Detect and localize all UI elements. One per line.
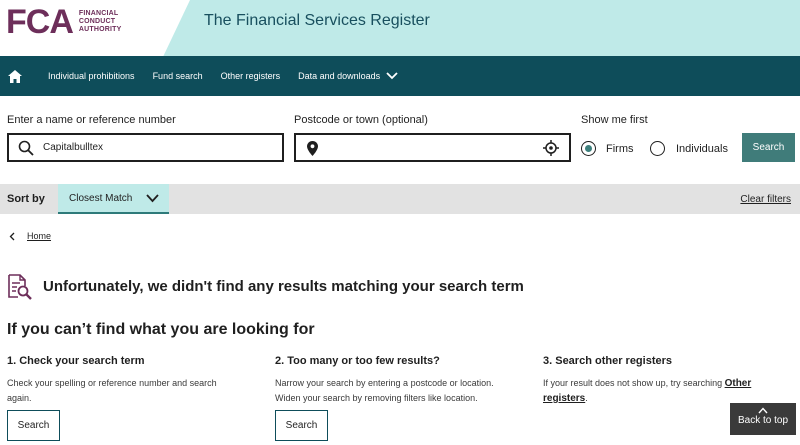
show-me-first-label: Show me first — [581, 114, 648, 126]
individuals-radio-label[interactable]: Individuals — [676, 143, 728, 155]
logo-mark: FCA — [6, 3, 74, 41]
postcode-input[interactable] — [294, 133, 571, 162]
chevron-left-icon — [9, 232, 15, 240]
breadcrumb: Home — [9, 231, 51, 241]
home-icon — [8, 69, 22, 83]
check-search-term-heading: 1. Check your search term — [7, 355, 145, 367]
sort-bar: Sort by Closest Match Clear filters — [0, 184, 800, 214]
name-label: Enter a name or reference number — [7, 114, 176, 126]
search-icon — [18, 140, 34, 156]
check-search-term-search-button[interactable]: Search — [7, 410, 60, 441]
sort-select-value: Closest Match — [69, 193, 133, 204]
document-search-icon — [8, 274, 32, 300]
chevron-down-icon — [386, 72, 398, 80]
firms-radio-label[interactable]: Firms — [606, 143, 634, 155]
chevron-up-icon — [758, 407, 768, 414]
search-other-registers-text: If your result does not show up, try sea… — [543, 378, 752, 404]
check-search-term-text: Check your spelling or reference number … — [7, 378, 217, 403]
nav-data-and-downloads[interactable]: Data and downloads — [298, 71, 398, 81]
firms-radio[interactable] — [581, 141, 596, 156]
individuals-radio[interactable] — [650, 141, 665, 156]
home-button[interactable] — [0, 56, 30, 96]
too-many-results-search-button[interactable]: Search — [275, 410, 328, 441]
nav-data-and-downloads-label: Data and downloads — [298, 71, 381, 81]
too-many-results-text: Narrow your search by entering a postcod… — [275, 378, 494, 403]
postcode-label: Postcode or town (optional) — [294, 114, 428, 126]
sort-by-label: Sort by — [7, 193, 45, 205]
name-search-value: Capitalbulltex — [43, 142, 104, 153]
nav-fund-search[interactable]: Fund search — [153, 71, 203, 81]
no-results-heading: Unfortunately, we didn't find any result… — [43, 278, 524, 295]
breadcrumb-home-link[interactable]: Home — [27, 231, 51, 241]
clear-filters-link[interactable]: Clear filters — [740, 194, 791, 205]
site-header: FCA FINANCIAL CONDUCT AUTHORITY The Fina… — [0, 0, 800, 56]
other-registers-link-cont[interactable]: registers — [543, 393, 585, 404]
nav-individual-prohibitions[interactable]: Individual prohibitions — [48, 71, 135, 81]
other-registers-link[interactable]: Other — [725, 378, 752, 389]
back-to-top-button[interactable]: Back to top — [730, 403, 796, 435]
logo-text: FINANCIAL CONDUCT AUTHORITY — [78, 10, 122, 33]
help-heading: If you can’t find what you are looking f… — [7, 321, 315, 338]
register-title[interactable]: The Financial Services Register — [204, 12, 430, 30]
search-button[interactable]: Search — [742, 133, 795, 162]
sort-select[interactable]: Closest Match — [58, 184, 169, 214]
main-nav: Individual prohibitions Fund search Othe… — [0, 56, 800, 96]
too-many-results-heading: 2. Too many or too few results? — [275, 355, 440, 367]
location-pin-icon — [307, 141, 318, 156]
search-other-registers-heading: 3. Search other registers — [543, 355, 673, 367]
fca-logo[interactable]: FCA FINANCIAL CONDUCT AUTHORITY — [6, 3, 122, 41]
name-search-input[interactable]: Capitalbulltex — [7, 133, 284, 162]
locate-me-icon[interactable] — [543, 140, 559, 156]
back-to-top-label: Back to top — [737, 415, 789, 426]
nav-other-registers[interactable]: Other registers — [221, 71, 281, 81]
chevron-down-icon — [146, 194, 159, 203]
